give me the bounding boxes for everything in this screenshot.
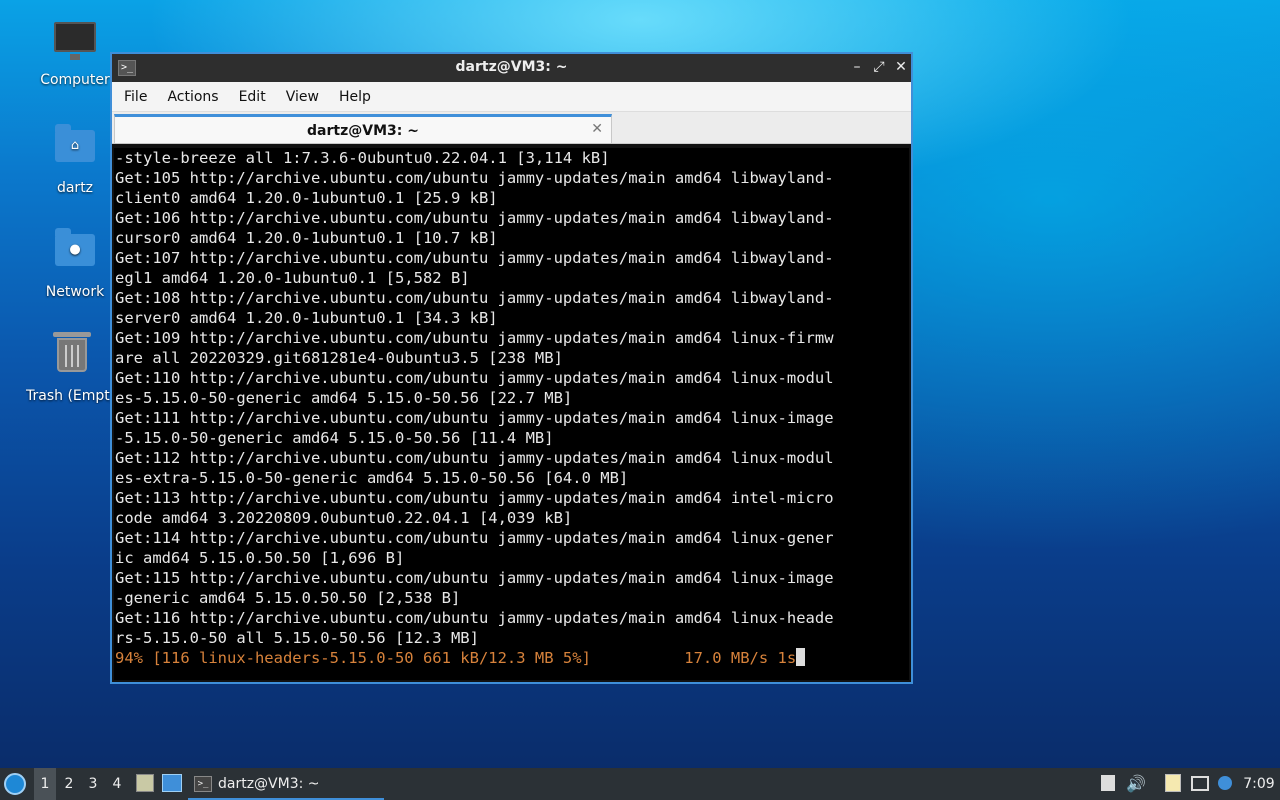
notification-icon[interactable] — [1214, 768, 1236, 800]
maximize-icon[interactable]: ⤢ — [870, 58, 888, 76]
menu-bar: File Actions Edit View Help — [112, 82, 911, 112]
clock[interactable]: 7:09 — [1240, 768, 1278, 800]
taskbar: 1 2 3 4 >_ dartz@VM3: ~ 🔊 7:09 — [0, 768, 1280, 800]
terminal-line: rs-5.15.0-50 all 5.15.0-50.56 [12.3 MB] — [115, 629, 479, 647]
tab-bar: dartz@VM3: ~ ✕ — [112, 112, 911, 144]
terminal-line: Get:105 http://archive.ubuntu.com/ubuntu… — [115, 169, 834, 187]
volume-icon[interactable]: 🔊 — [1124, 768, 1148, 800]
network-status-icon[interactable] — [1188, 768, 1212, 800]
terminal-line: -generic amd64 5.15.0.50.50 [2,538 B] — [115, 589, 461, 607]
network-folder-icon: ● — [53, 228, 97, 278]
terminal-line: Get:111 http://archive.ubuntu.com/ubuntu… — [115, 409, 834, 427]
tab-close-icon[interactable]: ✕ — [591, 121, 603, 137]
start-menu-button[interactable] — [4, 768, 30, 800]
menu-help[interactable]: Help — [331, 89, 379, 105]
terminal-line: cursor0 amd64 1.20.0-1ubuntu0.1 [10.7 kB… — [115, 229, 498, 247]
terminal-line: -style-breeze all 1:7.3.6-0ubuntu0.22.04… — [115, 149, 610, 167]
terminal-output[interactable]: -style-breeze all 1:7.3.6-0ubuntu0.22.04… — [114, 148, 909, 680]
terminal-line: Get:116 http://archive.ubuntu.com/ubuntu… — [115, 609, 834, 627]
terminal-line: Get:115 http://archive.ubuntu.com/ubuntu… — [115, 569, 834, 587]
tab-label: dartz@VM3: ~ — [307, 123, 419, 139]
terminal-line: Get:107 http://archive.ubuntu.com/ubuntu… — [115, 249, 834, 267]
terminal-line: client0 amd64 1.20.0-1ubuntu0.1 [25.9 kB… — [115, 189, 498, 207]
home-folder-icon: ⌂ — [53, 124, 97, 174]
trash-icon — [50, 332, 94, 382]
terminal-line: ic amd64 5.15.0.50.50 [1,696 B] — [115, 549, 405, 567]
terminal-line: egl1 amd64 1.20.0-1ubuntu0.1 [5,582 B] — [115, 269, 470, 287]
terminal-line: Get:114 http://archive.ubuntu.com/ubuntu… — [115, 529, 834, 547]
menu-file[interactable]: File — [116, 89, 155, 105]
terminal-line: es-extra-5.15.0-50-generic amd64 5.15.0-… — [115, 469, 629, 487]
computer-icon — [53, 22, 97, 66]
close-icon[interactable]: ✕ — [892, 58, 910, 76]
task-label: dartz@VM3: ~ — [218, 776, 320, 792]
workspace-2[interactable]: 2 — [58, 768, 80, 800]
menu-view[interactable]: View — [278, 89, 327, 105]
terminal-line: Get:108 http://archive.ubuntu.com/ubuntu… — [115, 289, 834, 307]
window-title: dartz@VM3: ~ — [455, 59, 568, 75]
taskbar-task-terminal[interactable]: >_ dartz@VM3: ~ — [188, 768, 384, 800]
terminal-line: Get:106 http://archive.ubuntu.com/ubuntu… — [115, 209, 834, 227]
tab-terminal[interactable]: dartz@VM3: ~ ✕ — [114, 114, 612, 144]
desktop-icon-trash[interactable]: Trash (Empty) — [26, 330, 118, 404]
clipboard-icon[interactable] — [1162, 768, 1184, 800]
terminal-line: are all 20220329.git681281e4-0ubuntu3.5 … — [115, 349, 563, 367]
window-titlebar[interactable]: >_ dartz@VM3: ~ – ⤢ ✕ — [112, 54, 911, 82]
terminal-line: server0 amd64 1.20.0-1ubuntu0.1 [34.3 kB… — [115, 309, 498, 327]
show-desktop-icon[interactable] — [160, 768, 184, 800]
file-manager-icon[interactable] — [134, 768, 156, 800]
terminal-line: code amd64 3.20220809.0ubuntu0.22.04.1 [… — [115, 509, 573, 527]
eject-icon[interactable] — [1098, 768, 1118, 800]
terminal-line: Get:113 http://archive.ubuntu.com/ubuntu… — [115, 489, 834, 507]
progress-text: 94% [116 linux-headers-5.15.0-50 661 kB/… — [115, 649, 797, 667]
terminal-line: Get:109 http://archive.ubuntu.com/ubuntu… — [115, 329, 834, 347]
terminal-line: Get:110 http://archive.ubuntu.com/ubuntu… — [115, 369, 834, 387]
workspace-3[interactable]: 3 — [82, 768, 104, 800]
lubuntu-logo-icon — [4, 773, 26, 795]
workspace-1[interactable]: 1 — [34, 768, 56, 800]
menu-actions[interactable]: Actions — [159, 89, 226, 105]
desktop-icon-label: Trash (Empty) — [26, 388, 118, 404]
terminal-line: Get:112 http://archive.ubuntu.com/ubuntu… — [115, 449, 834, 467]
terminal-window: >_ dartz@VM3: ~ – ⤢ ✕ File Actions Edit … — [110, 52, 913, 684]
terminal-line: es-5.15.0-50-generic amd64 5.15.0-50.56 … — [115, 389, 573, 407]
menu-edit[interactable]: Edit — [231, 89, 274, 105]
terminal-cursor — [796, 648, 806, 666]
terminal-icon: >_ — [194, 776, 212, 792]
terminal-line: -5.15.0-50-generic amd64 5.15.0-50.56 [1… — [115, 429, 554, 447]
terminal-progress-line: 94% [116 linux-headers-5.15.0-50 661 kB/… — [115, 648, 909, 668]
minimize-icon[interactable]: – — [848, 58, 866, 76]
workspace-4[interactable]: 4 — [106, 768, 128, 800]
